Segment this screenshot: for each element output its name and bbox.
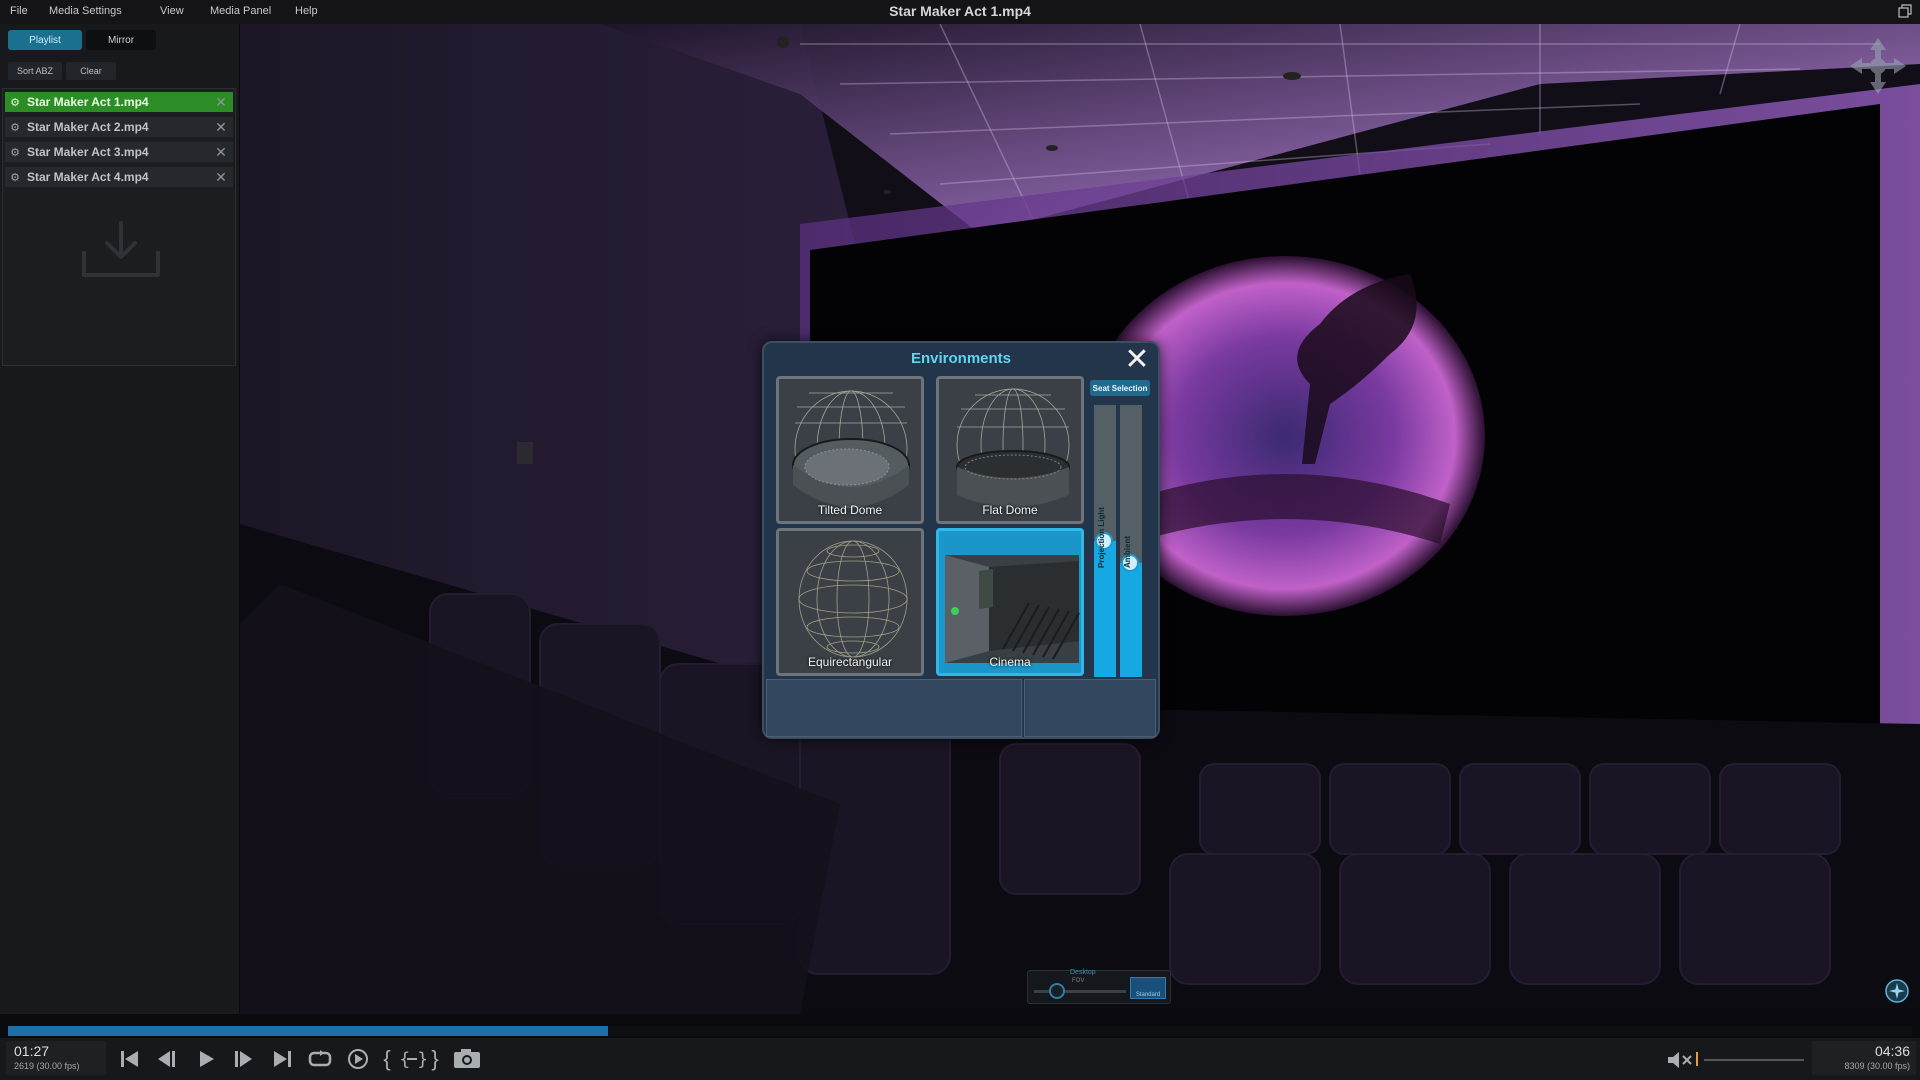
fov-slider[interactable] <box>1034 990 1126 993</box>
playlist-item[interactable]: ⚙ Star Maker Act 4.mp4 ✕ <box>5 167 233 187</box>
remove-icon[interactable]: ✕ <box>213 169 229 186</box>
current-time: 01:27 <box>14 1043 50 1059</box>
step-back-icon[interactable] <box>154 1048 178 1070</box>
menu-bar: File Media Settings View Media Panel Hel… <box>0 0 1920 24</box>
autoplay-icon[interactable] <box>346 1048 370 1070</box>
env-card-label: Tilted Dome <box>817 503 883 517</box>
playlist-item-label: Star Maker Act 3.mp4 <box>27 145 149 159</box>
restore-window-icon[interactable] <box>1898 4 1912 18</box>
gear-icon[interactable]: ⚙ <box>7 121 23 134</box>
seat-selection-button[interactable]: Seat Selection <box>1090 380 1150 396</box>
remove-icon[interactable]: ✕ <box>213 144 229 161</box>
env-card-label: Flat Dome <box>982 503 1038 517</box>
playlist-item-label: Star Maker Act 1.mp4 <box>27 95 149 109</box>
gear-icon[interactable]: ⚙ <box>7 96 23 109</box>
tab-playlist[interactable]: Playlist <box>8 30 82 50</box>
dialog-bottom-panel-left <box>766 679 1022 737</box>
total-frames: 8309 (30.00 fps) <box>1844 1061 1910 1071</box>
loop-icon[interactable] <box>306 1048 334 1070</box>
fov-slider-knob[interactable] <box>1049 983 1065 999</box>
env-card-label: Equirectangular <box>807 655 893 669</box>
slider-fill <box>1120 562 1142 677</box>
mark-in-icon[interactable]: { <box>380 1046 394 1071</box>
window-title: Star Maker Act 1.mp4 <box>889 3 1031 19</box>
env-card-label: Cinema <box>989 655 1031 669</box>
playlist: ⚙ Star Maker Act 1.mp4 ✕ ⚙ Star Maker Ac… <box>2 88 236 366</box>
slider-label: Projection Light <box>1097 507 1106 569</box>
ambient-slider[interactable]: Ambient <box>1120 405 1142 677</box>
current-time-box: 01:27 2619 (30.00 fps) <box>6 1041 106 1075</box>
playlist-item[interactable]: ⚙ Star Maker Act 1.mp4 ✕ <box>5 92 233 112</box>
mark-out-icon[interactable]: } <box>428 1046 442 1071</box>
gear-icon[interactable]: ⚙ <box>7 146 23 159</box>
fov-mode-label: Desktop <box>1070 969 1096 976</box>
volume-slider[interactable] <box>1704 1059 1804 1061</box>
volume-control[interactable] <box>1666 1048 1806 1070</box>
gear-icon[interactable]: ⚙ <box>7 171 23 184</box>
playlist-item-label: Star Maker Act 2.mp4 <box>27 120 149 134</box>
projection-light-slider[interactable]: Projection Light <box>1094 405 1116 677</box>
move-arrows-icon[interactable] <box>1848 36 1908 96</box>
skip-end-icon[interactable] <box>270 1048 294 1070</box>
playlist-item-label: Star Maker Act 4.mp4 <box>27 170 149 184</box>
total-time-box: 04:36 8309 (30.00 fps) <box>1812 1041 1916 1075</box>
playlist-item[interactable]: ⚙ Star Maker Act 2.mp4 ✕ <box>5 117 233 137</box>
fov-widget: Desktop FOV Standard <box>1027 969 1171 1004</box>
volume-mute-icon[interactable] <box>1666 1050 1696 1070</box>
camera-icon[interactable] <box>452 1048 482 1070</box>
clear-button[interactable]: Clear <box>66 62 116 80</box>
dialog-title: Environments <box>910 350 1012 367</box>
compass-icon[interactable] <box>1884 978 1910 1004</box>
sort-button[interactable]: Sort ABZ <box>8 62 62 80</box>
env-card-flat-dome[interactable]: Flat Dome <box>936 376 1084 524</box>
timeline-seekbar[interactable] <box>8 1026 1912 1036</box>
drop-files-icon[interactable] <box>81 219 161 279</box>
fov-label: FOV <box>1072 978 1085 984</box>
env-card-tilted-dome[interactable]: Tilted Dome <box>776 376 924 524</box>
play-icon[interactable] <box>194 1048 218 1070</box>
playback-bar: 01:27 2619 (30.00 fps) { {} } 04:36 8309… <box>0 1038 1920 1080</box>
dialog-bottom-panel-right <box>1024 679 1156 737</box>
playlist-item[interactable]: ⚙ Star Maker Act 3.mp4 ✕ <box>5 142 233 162</box>
svg-text:}: } <box>417 1049 426 1070</box>
mark-range-icon[interactable]: {} <box>398 1048 426 1070</box>
step-forward-icon[interactable] <box>232 1048 256 1070</box>
environments-dialog: Environments ✕ Tilted Dome Flat Dome Equ… <box>762 341 1160 739</box>
close-icon[interactable]: ✕ <box>1120 343 1154 377</box>
volume-level-marker[interactable] <box>1696 1052 1698 1066</box>
current-frame: 2619 (30.00 fps) <box>14 1061 80 1071</box>
total-time: 04:36 <box>1874 1043 1910 1059</box>
remove-icon[interactable]: ✕ <box>213 94 229 111</box>
side-panel: Playlist Mirror Sort ABZ Clear ⚙ Star Ma… <box>0 24 240 1014</box>
slider-label: Ambient <box>1123 536 1132 569</box>
remove-icon[interactable]: ✕ <box>213 119 229 136</box>
env-card-cinema[interactable]: Cinema <box>936 528 1084 676</box>
skip-start-icon[interactable] <box>118 1048 142 1070</box>
timeline-progress <box>8 1026 608 1036</box>
tab-mirror[interactable]: Mirror <box>86 30 156 50</box>
env-card-equirectangular[interactable]: Equirectangular <box>776 528 924 676</box>
app-window: File Media Settings View Media Panel Hel… <box>0 0 1920 1080</box>
view-mode-button[interactable]: Standard <box>1130 977 1166 999</box>
